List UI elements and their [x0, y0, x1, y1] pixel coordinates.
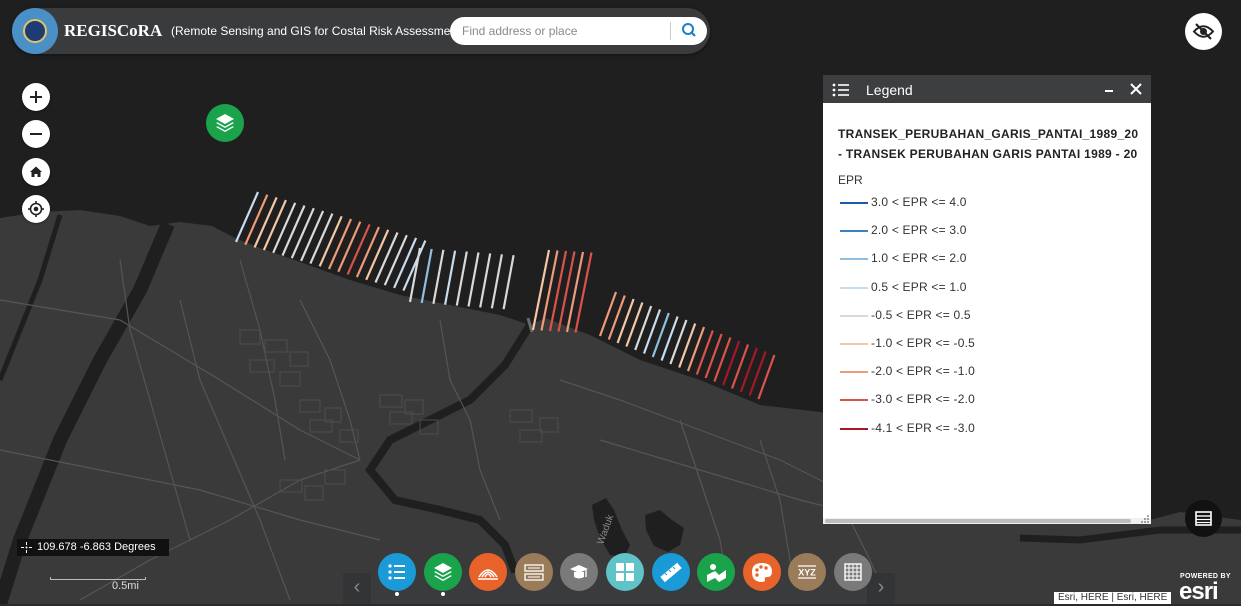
close-button[interactable]: [1129, 82, 1143, 96]
home-button[interactable]: [22, 158, 50, 186]
coastline-icon: [478, 569, 499, 580]
legend-swatch: [840, 314, 868, 317]
measure-tool-button[interactable]: [651, 553, 690, 591]
zoom-in-button[interactable]: [22, 83, 50, 111]
legend-label: 3.0 < EPR <= 4.0: [871, 195, 967, 209]
text-tool-icon: [524, 564, 544, 581]
legend-label: -2.0 < EPR <= -1.0: [871, 364, 975, 379]
legend-label: 1.0 < EPR <= 2.0: [871, 251, 967, 266]
app-title: REGISCoRA: [64, 21, 163, 40]
layer-list-icon: [433, 563, 452, 581]
legend-swatch: [840, 371, 868, 374]
legend-swatch: [840, 343, 868, 345]
legend-list-tool-button[interactable]: [378, 553, 416, 591]
minus-icon: [30, 133, 42, 135]
resize-handle-icon[interactable]: [1141, 514, 1150, 523]
map-attribution: Esri, HERE | Esri, HERE: [1054, 592, 1172, 604]
scrollbar-thumb[interactable]: [825, 519, 1131, 523]
grid-tool-button[interactable]: [606, 553, 644, 591]
search-divider: [670, 22, 671, 40]
legend-layer-line: - TRANSEK PERUBAHAN GARIS PANTAI 1989 - …: [838, 147, 1138, 161]
locate-button[interactable]: [22, 195, 50, 223]
xyz-icon: XYZ: [798, 565, 817, 579]
locate-icon: [28, 201, 44, 217]
toolbar-prev-button[interactable]: ‹: [343, 573, 371, 604]
legend-label: -4.1 < EPR <= -3.0: [871, 420, 975, 435]
scale-label: 0.5mi: [112, 580, 139, 592]
crosshair-icon: [21, 542, 32, 553]
legend-label: 0.5 < EPR <= 1.0: [871, 279, 967, 294]
scale-bar: 0.5mi: [50, 577, 146, 592]
palette-tool-button[interactable]: [742, 553, 781, 591]
legend-label: 2.0 < EPR <= 3.0: [871, 223, 967, 238]
search-icon: [682, 23, 696, 37]
active-tool-indicator: [440, 592, 445, 596]
table-grid-icon: [844, 563, 862, 581]
attribute-table-button[interactable]: [1185, 500, 1222, 537]
table-grid-tool-button[interactable]: [834, 553, 872, 591]
legend-field-name: EPR: [838, 173, 863, 187]
search-box: [450, 17, 707, 45]
legend-swatch: [840, 399, 868, 402]
esri-wordmark: esri: [1179, 578, 1219, 605]
layer-list-tool-button[interactable]: [423, 553, 462, 591]
list-icon: [832, 83, 849, 97]
eye-off-icon: [1192, 23, 1215, 40]
home-icon: [30, 166, 42, 177]
legend-layer-name: TRANSEK_PERUBAHAN_GARIS_PANTAI_1989_20 -…: [838, 124, 1148, 164]
hide-panels-button[interactable]: [1185, 13, 1222, 50]
legend-list-icon: [388, 564, 405, 580]
minimize-button[interactable]: [1103, 83, 1115, 95]
grid-icon: [616, 563, 634, 581]
zoom-out-button[interactable]: [22, 120, 50, 148]
xyz-tool-button[interactable]: XYZ: [788, 553, 827, 591]
active-tool-indicator: [395, 592, 399, 596]
layers-toggle-button[interactable]: [206, 104, 244, 142]
xyz-text: XYZ: [799, 568, 817, 578]
esri-logo[interactable]: POWERED BY esri: [1176, 573, 1238, 605]
palette-icon: [751, 563, 772, 582]
coastline-tool-button[interactable]: [469, 553, 508, 591]
search-button[interactable]: [676, 19, 702, 43]
legend-label: -0.5 < EPR <= 0.5: [871, 307, 971, 322]
plus-icon: [30, 91, 42, 103]
legend-swatch: [840, 202, 868, 204]
coordinate-display[interactable]: 109.678 -6.863 Degrees: [17, 539, 169, 556]
measure-icon: [659, 562, 682, 583]
search-input[interactable]: [462, 17, 662, 45]
legend-header: Legend: [823, 75, 1151, 103]
legend-title: Legend: [866, 82, 913, 98]
legend-swatch: [840, 258, 868, 261]
basemap-icon: [570, 565, 589, 579]
legend-swatch: [840, 230, 868, 233]
legend-scrollbar[interactable]: [823, 518, 1151, 524]
app-subtitle: (Remote Sensing and GIS for Costal Risk …: [171, 24, 465, 38]
route-icon: [707, 564, 727, 582]
app-header: REGISCoRA (Remote Sensing and GIS for Co…: [12, 8, 710, 54]
table-icon: [1195, 511, 1212, 526]
app-logo: [12, 8, 58, 54]
coordinate-text: 109.678 -6.863 Degrees: [37, 541, 156, 553]
legend-label: -1.0 < EPR <= -0.5: [871, 336, 975, 350]
legend-layer-line: TRANSEK_PERUBAHAN_GARIS_PANTAI_1989_20: [838, 127, 1139, 141]
basemap-tool-button[interactable]: [560, 553, 599, 591]
legend-label: -3.0 < EPR <= -2.0: [871, 392, 975, 407]
route-tool-button[interactable]: [697, 553, 736, 591]
text-tool-tool-button[interactable]: [514, 553, 553, 591]
legend-panel: Legend TRANSEK_PERUBAHAN_GARIS_PANTAI_19…: [823, 75, 1151, 524]
layers-icon: [216, 114, 234, 132]
legend-swatch: [840, 286, 868, 289]
legend-swatch: [840, 427, 868, 430]
